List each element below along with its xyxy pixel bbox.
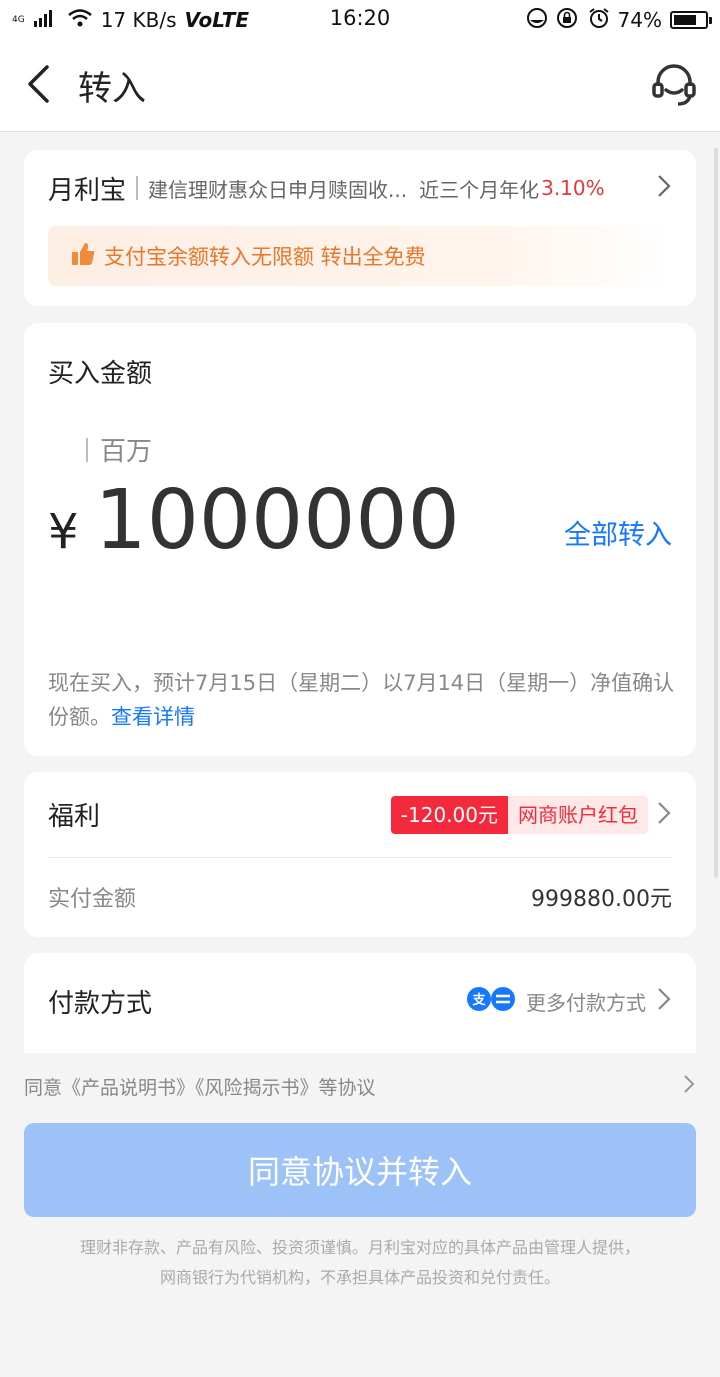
currency-symbol: ¥ [48,504,79,560]
actual-payment-value: 999880.00元 [531,887,672,912]
view-details-link[interactable]: 查看详情 [111,705,195,729]
wifi-icon [67,8,93,33]
nav-bar: 转入 [0,40,720,132]
promo-banner: 支付宝余额转入无限额 转出全免费 [48,226,672,286]
status-left: 4G 17 KB/s VoLTE [12,8,312,33]
svg-text:支: 支 [471,992,486,1008]
agreement-row[interactable]: 同意《产品说明书》《风险揭示书》等协议 [24,1071,696,1101]
payment-method-row[interactable]: 付款方式 支 更多付款方式 [24,953,696,1049]
benefit-card: 福利 -120.00元 网商账户红包 实付金额 999880.00元 [24,772,696,937]
bottom-area: 同意《产品说明书》《风险揭示书》等协议 同意协议并转入 理财非存款、产品有风险、… [0,1053,720,1377]
transfer-all-link[interactable]: 全部转入 [564,513,672,552]
battery-level [674,15,697,25]
battery-percent: 74% [617,8,662,32]
chevron-right-icon [656,986,672,1016]
red-packet-tag[interactable]: -120.00元 网商账户红包 [390,795,648,834]
status-bar: 4G 17 KB/s VoLTE 16:20 74% [0,0,720,40]
chevron-left-icon [25,64,53,108]
amount-value[interactable]: 1000000 [95,473,460,568]
scrollbar[interactable] [714,148,718,878]
payment-method-label: 付款方式 [48,988,153,1019]
chevron-right-icon [656,173,672,203]
unit-hint-marker [86,437,88,462]
risk-disclaimer: 理财非存款、产品有风险、投资须谨慎。月利宝对应的具体产品由管理人提供， 网商银行… [24,1233,696,1293]
chevron-right-icon [656,800,672,830]
page-title: 转入 [78,69,146,109]
headset-icon [650,60,698,112]
divider [136,176,139,200]
yield-value: 3.10% [541,176,605,200]
unit-hint: 百万 [86,431,152,468]
eye-comfort-icon [526,7,548,34]
yield-label: 近三个月年化 [419,177,540,202]
status-right: 74% [526,7,712,34]
alarm-icon [588,7,610,34]
more-payment-methods[interactable]: 支 更多付款方式 [466,985,672,1017]
thumbs-up-icon [70,241,96,271]
product-card: 月利宝 建信理财惠众日申月赎固收... 近三个月年化 3.10% 支付宝余额转入… [24,150,696,306]
chevron-right-icon [682,1073,696,1099]
actual-payment-label: 实付金额 [48,887,137,912]
discount-amount: -120.00元 [390,795,508,834]
signal-icon [33,8,59,33]
volte-label: VoLTE [184,8,250,32]
benefit-label: 福利 [48,802,101,832]
disclaimer-line: 理财非存款、产品有风险、投资须谨慎。月利宝对应的具体产品由管理人提供， [79,1238,640,1257]
red-packet-name: 网商账户红包 [508,795,648,834]
product-name: 月利宝 [48,175,127,206]
agree-and-transfer-button[interactable]: 同意协议并转入 [24,1123,696,1217]
disclaimer-line: 网商银行为代销机构，不承担具体产品投资和兑付责任。 [159,1268,560,1287]
promo-text: 支付宝余额转入无限额 转出全免费 [104,245,426,269]
network-type: 4G [12,14,25,25]
amount-input[interactable]: ¥ 1000000 [48,473,460,568]
amount-label: 买入金额 [48,359,153,389]
unit-hint-text: 百万 [100,437,153,467]
customer-service-button[interactable] [646,58,702,114]
amount-card: 买入金额 百万 ¥ 1000000 全部转入 现在买入，预计7月15日（星期二）… [24,323,696,756]
benefit-row[interactable]: 福利 -120.00元 网商账户红包 [48,772,672,858]
product-row[interactable]: 月利宝 建信理财惠众日申月赎固收... 近三个月年化 3.10% [24,150,696,226]
alipay-icon: 支 [466,985,516,1017]
agreement-text[interactable]: 同意《产品说明书》《风险揭示书》等协议 [24,1073,376,1100]
product-description: 建信理财惠众日申月赎固收... [148,177,408,202]
actual-payment-row: 实付金额 999880.00元 [48,858,672,936]
back-button[interactable] [4,40,74,132]
more-payment-methods-label: 更多付款方式 [526,990,646,1015]
confirm-note: 现在买入，预计7月15日（星期二）以7月14日（星期一）净值确认份额。查看详情 [48,666,676,734]
rotation-lock-icon [556,7,580,34]
battery-icon [670,11,712,29]
payment-method-card: 付款方式 支 更多付款方式 [24,953,696,1063]
network-speed: 17 KB/s [100,8,177,32]
